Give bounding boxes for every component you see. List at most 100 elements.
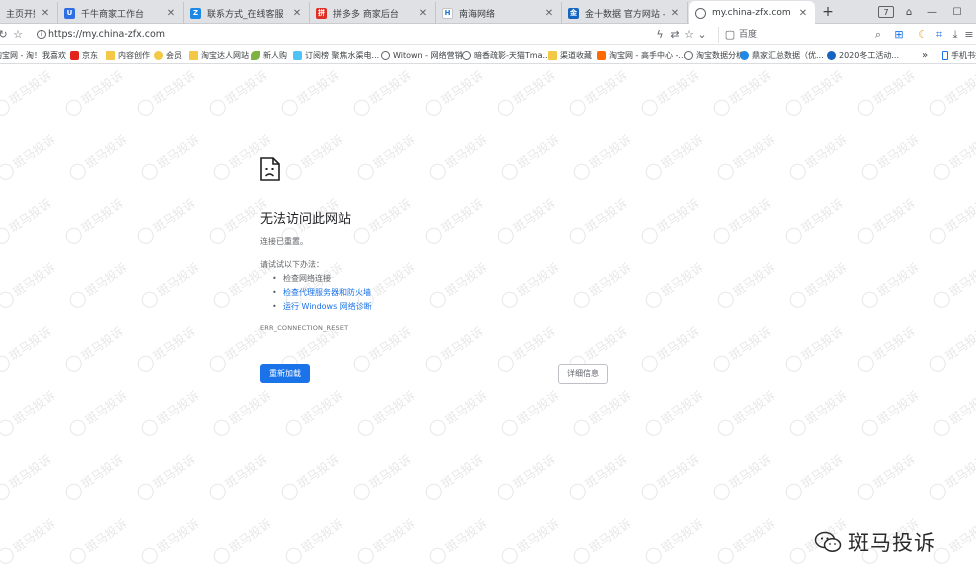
watermark-text: 斑马投诉 — [570, 131, 635, 183]
watermark-logo-icon — [66, 288, 89, 311]
bookmark-label: 2020冬工活动... — [839, 50, 899, 60]
watermark-logo-icon — [710, 224, 733, 247]
taobao-icon — [597, 50, 606, 60]
bookmark-item[interactable]: 淘宝数据分析 — [684, 48, 744, 62]
tab-jin10[interactable]: 金 金十数据 官方网站 - 一个交易工 ✕ — [562, 2, 688, 24]
more-bookmarks-icon[interactable]: » — [922, 48, 928, 62]
bookmark-item[interactable]: 内容创作 — [106, 48, 150, 62]
apps-grid-icon[interactable]: ⊞ — [892, 28, 906, 42]
bookmark-label: 淘宝网 - 高手中心 -... — [609, 50, 687, 60]
bookmark-item[interactable]: 淘宝网 - 淘！我喜欢 — [0, 48, 66, 62]
bookmark-item[interactable]: 2020冬工活动... — [827, 48, 899, 62]
tab-china-zfx[interactable]: my.china-zfx.com ✕ — [689, 1, 815, 25]
bookmark-item[interactable]: 渠道收藏 — [548, 48, 592, 62]
watermark-text: 斑马投诉 — [930, 387, 976, 439]
watermark-text: 斑马投诉 — [206, 451, 271, 503]
chevron-down-icon[interactable]: ⌄ — [695, 28, 709, 42]
watermark-text: 斑马投诉 — [426, 131, 491, 183]
details-button[interactable]: 详细信息 — [558, 364, 608, 384]
watermark-text: 斑马投诉 — [854, 323, 919, 375]
star-icon[interactable]: ☆ — [11, 28, 25, 42]
search-box[interactable]: ▢ 百度 ⌕ — [718, 27, 888, 43]
watermark-logo-icon — [566, 96, 589, 119]
bookmark-item[interactable]: 会员 — [154, 48, 182, 62]
crop-icon[interactable]: ⌗ — [932, 28, 946, 42]
watermark-logo-icon — [354, 416, 377, 439]
close-icon[interactable]: ✕ — [797, 8, 809, 19]
bookmark-label: 会员 — [166, 50, 182, 60]
reload-button[interactable]: 重新加载 — [260, 364, 310, 383]
watermark-logo-icon — [782, 224, 805, 247]
info-icon[interactable]: i — [37, 30, 46, 39]
search-icon[interactable]: ⌕ — [871, 28, 885, 42]
watermark-text: 斑马投诉 — [62, 67, 127, 119]
close-icon[interactable]: ✕ — [669, 8, 681, 19]
bookmark-item[interactable]: 淘宝网 - 高手中心 -... — [597, 48, 686, 62]
watermark-logo-icon — [350, 96, 373, 119]
watermark-logo-icon — [66, 160, 89, 183]
watermark-logo-icon — [426, 288, 449, 311]
tab-nanhai[interactable]: H 南海网络 ✕ — [436, 2, 562, 24]
close-icon[interactable]: ✕ — [417, 8, 429, 19]
bookmark-item[interactable]: 手机书签 — [942, 48, 976, 62]
watermark-text: 斑马投诉 — [566, 195, 631, 247]
pinduoduo-favicon-icon: 拼 — [316, 7, 327, 19]
bookmark-item[interactable]: 鼎家汇总数据（优... — [740, 48, 824, 62]
url-field[interactable]: https://my.china-zfx.com — [48, 28, 165, 42]
favorite-star-icon[interactable]: ☆ — [682, 28, 696, 42]
tab-counter-badge[interactable]: 7 — [878, 6, 894, 18]
watermark-logo-icon — [138, 544, 161, 567]
close-icon[interactable]: ✕ — [165, 8, 177, 19]
close-icon[interactable]: ✕ — [543, 8, 555, 19]
watermark-text: 斑马投诉 — [138, 387, 203, 439]
suggestion-check-proxy-link[interactable]: 检查代理服务器和防火墙 — [272, 286, 372, 300]
bookmark-item[interactable]: Witown - 网络营销 — [381, 48, 463, 62]
download-icon[interactable]: ⤓ — [948, 28, 962, 42]
shirt-icon[interactable]: ⌂ — [902, 4, 916, 20]
watermark-logo-icon — [66, 544, 89, 567]
new-tab-icon[interactable]: + — [820, 4, 836, 20]
bookmark-item[interactable]: 订阅榜 聚焦水渠电... — [293, 48, 379, 62]
menu-icon[interactable]: ≡ — [962, 28, 976, 42]
watermark-text: 斑马投诉 — [0, 195, 55, 247]
share-icon[interactable]: ⇄ — [668, 28, 682, 42]
watermark-text: 斑马投诉 — [710, 67, 775, 119]
watermark-text: 斑马投诉 — [710, 195, 775, 247]
watermark-logo-icon — [66, 416, 89, 439]
bookmark-item[interactable]: 京东 — [70, 48, 98, 62]
minimize-icon[interactable]: — — [926, 4, 938, 20]
watermark-layer: 斑马投诉 斑马投诉 斑马投诉 斑马投诉 斑马投诉 斑马投诉 斑马投诉 斑马投诉 斑马投诉 斑马投诉… — [0, 65, 976, 585]
tab-home[interactable]: 主页开始 ✕ — [0, 2, 58, 24]
watermark-text: 斑马投诉 — [638, 451, 703, 503]
user-icon[interactable]: ☾ — [916, 28, 930, 42]
watermark-text: 斑马投诉 — [498, 131, 563, 183]
watermark-logo-icon — [422, 352, 445, 375]
watermark-logo-icon — [138, 160, 161, 183]
tab-zfx-contact[interactable]: Z 联系方式_在线客服 - ZFX山海 ✕ — [184, 2, 310, 24]
search-input[interactable]: 百度 — [739, 28, 757, 42]
watermark-logo-icon — [858, 416, 881, 439]
suggestion-network-diagnostics-link[interactable]: 运行 Windows 网络诊断 — [272, 300, 372, 314]
error-page: 斑马投诉 斑马投诉 斑马投诉 斑马投诉 斑马投诉 斑马投诉 斑马投诉 斑马投诉 斑马投诉 斑马投诉… — [0, 65, 976, 585]
watermark-text: 斑马投诉 — [566, 451, 631, 503]
bookmark-item[interactable]: 淘宝达人网站 — [189, 48, 249, 62]
watermark-logo-icon — [642, 288, 665, 311]
watermark-logo-icon — [854, 224, 877, 247]
watermark-logo-icon — [210, 288, 233, 311]
close-icon[interactable]: ✕ — [39, 8, 51, 19]
bookmark-label: Witown - 网络营销 — [393, 50, 463, 60]
watermark-logo-icon — [494, 480, 517, 503]
bookmark-item[interactable]: 暗香疏影-天猫Tma... — [462, 48, 550, 62]
watermark-logo-icon — [782, 96, 805, 119]
folder-icon — [189, 50, 198, 60]
lightning-icon[interactable]: ϟ — [653, 28, 667, 42]
tab-qianniu[interactable]: U 千牛商家工作台 ✕ — [58, 2, 184, 24]
bookmark-item[interactable]: 新人购 — [251, 48, 287, 62]
watermark-logo-icon — [638, 480, 661, 503]
refresh-icon[interactable]: ↻ — [0, 28, 10, 42]
tab-pinduoduo[interactable]: 拼 拼多多 商家后台 ✕ — [310, 2, 436, 24]
maximize-icon[interactable]: ☐ — [950, 4, 964, 20]
close-icon[interactable]: ✕ — [291, 8, 303, 19]
jin10-favicon-icon: 金 — [568, 7, 579, 19]
watermark-logo-icon — [0, 544, 17, 567]
